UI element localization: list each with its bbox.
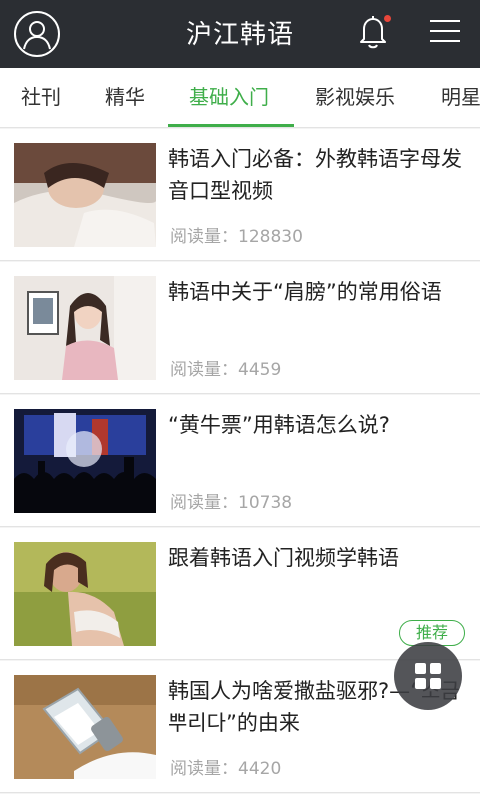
read-count: 阅读量：4459: [170, 360, 282, 380]
grid-icon[interactable]: [394, 642, 462, 710]
list-item-partial: [0, 794, 480, 800]
active-tab-indicator: [168, 124, 294, 127]
hamburger-menu-icon[interactable]: [430, 20, 460, 42]
app-title: 沪江韩语: [185, 20, 294, 50]
sleeping-girl-thumbnail: [14, 143, 156, 247]
article-title: 韩语中关于“肩膀”的常用俗语: [168, 280, 442, 304]
read-count: 阅读量：4420: [170, 759, 282, 779]
concert-crowd-thumbnail: [14, 409, 156, 513]
article-item[interactable]: 韩语入门必备：外教韩语字母发音口型视频 阅读量：128830: [0, 129, 480, 261]
woman-on-grass-thumbnail: [14, 542, 156, 646]
category-tabs: 社刊 精华 基础入门 影视娱乐 明星: [0, 68, 480, 128]
read-count: 阅读量：10738: [170, 493, 293, 513]
tab-basics[interactable]: 基础入门: [189, 68, 269, 127]
tab-celebrities[interactable]: 明星: [441, 68, 480, 127]
tab-community[interactable]: 社刊: [21, 68, 61, 127]
tab-featured[interactable]: 精华: [105, 68, 145, 127]
notification-dot: [384, 15, 391, 22]
read-count: 阅读量：128830: [170, 227, 303, 247]
article-title: 韩语入门必备：外教韩语字母发音口型视频: [168, 147, 462, 203]
app-screen: 沪江韩语 社刊 精华 基础入门 影视娱乐 明星 韩语入门必备：外教韩语字母发音口…: [0, 0, 480, 800]
article-title: “黄牛票”用韩语怎么说?: [168, 413, 390, 437]
article-item[interactable]: “黄牛票”用韩语怎么说? 阅读量：10738: [0, 395, 480, 527]
article-item[interactable]: 韩语中关于“肩膀”的常用俗语 阅读量：4459: [0, 262, 480, 394]
article-title: 跟着韩语入门视频学韩语: [168, 546, 399, 570]
top-bar: 沪江韩语: [0, 0, 480, 68]
woman-holding-photo-thumbnail: [14, 276, 156, 380]
article-item[interactable]: 跟着韩语入门视频学韩语 推荐: [0, 528, 480, 660]
tab-entertainment[interactable]: 影视娱乐: [315, 68, 395, 127]
salt-shaker-thumbnail: [14, 675, 156, 779]
